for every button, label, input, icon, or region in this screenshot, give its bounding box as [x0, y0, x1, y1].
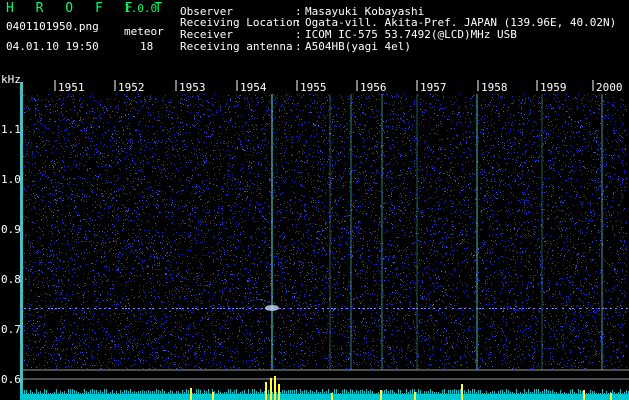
level-spike [190, 388, 192, 400]
time-tick-label: 2000 [596, 81, 623, 94]
meteor-echo [265, 305, 279, 311]
time-tick-label: 1952 [118, 81, 145, 94]
level-spike [414, 392, 416, 400]
time-tick-label: 1956 [360, 81, 387, 94]
location-sep: : [295, 16, 302, 29]
level-spike [610, 393, 612, 400]
date-time: 04.01.10 19:50 [6, 40, 99, 53]
level-spike [270, 378, 272, 400]
level-spike [461, 384, 463, 400]
antenna-value: A504HB(yagi 4el) [305, 40, 411, 53]
meteor-count: 18 [140, 40, 154, 53]
freq-tick-label: 0.6 [1, 373, 21, 386]
time-tick-label: 1959 [540, 81, 567, 94]
time-tick-label: 1954 [240, 81, 267, 94]
time-tick-label: 1951 [58, 81, 85, 94]
level-spike [331, 393, 333, 400]
time-tick-label: 1953 [179, 81, 206, 94]
freq-tick-label: 1.1 [1, 123, 21, 136]
antenna-sep: : [295, 40, 302, 53]
level-spike [212, 392, 214, 400]
file-name: 0401101950.png [6, 20, 99, 33]
level-floor [20, 394, 629, 400]
receiver-label: Receiver [180, 28, 233, 41]
freq-tick-label: 1.0 [1, 173, 21, 186]
location-label: Receiving Location [180, 16, 300, 29]
antenna-label: Receiving antenna [180, 40, 293, 53]
freq-tick-label: 0.7 [1, 323, 21, 336]
location-value: Ogata-vill. Akita-Pref. JAPAN (139.96E, … [305, 16, 617, 29]
spectrogram-plot: kHz 1.1 1.0 0.9 0.8 0.7 0.6 1951 1952 1953 1954 19… [0, 72, 629, 400]
time-tick-label: 1958 [481, 81, 508, 94]
level-spike [380, 390, 382, 400]
freq-tick-label: 0.9 [1, 223, 21, 236]
level-spike [265, 382, 267, 400]
app-version: 1.0.0 [124, 2, 158, 15]
hroft-window: H R O F F T 1.0.0 0401101950.png 04.01.1… [0, 0, 629, 400]
time-tick-label: 1955 [300, 81, 327, 94]
freq-unit-label: kHz [1, 73, 21, 86]
level-spike [583, 390, 585, 400]
receiver-value: ICOM IC-575 53.7492(@LCD)MHz USB [305, 28, 517, 41]
level-spike [274, 376, 276, 400]
receiver-sep: : [295, 28, 302, 41]
level-spike [278, 384, 280, 400]
time-tick-label: 1957 [420, 81, 447, 94]
meteor-label: meteor [124, 25, 164, 38]
freq-tick-label: 0.8 [1, 273, 21, 286]
